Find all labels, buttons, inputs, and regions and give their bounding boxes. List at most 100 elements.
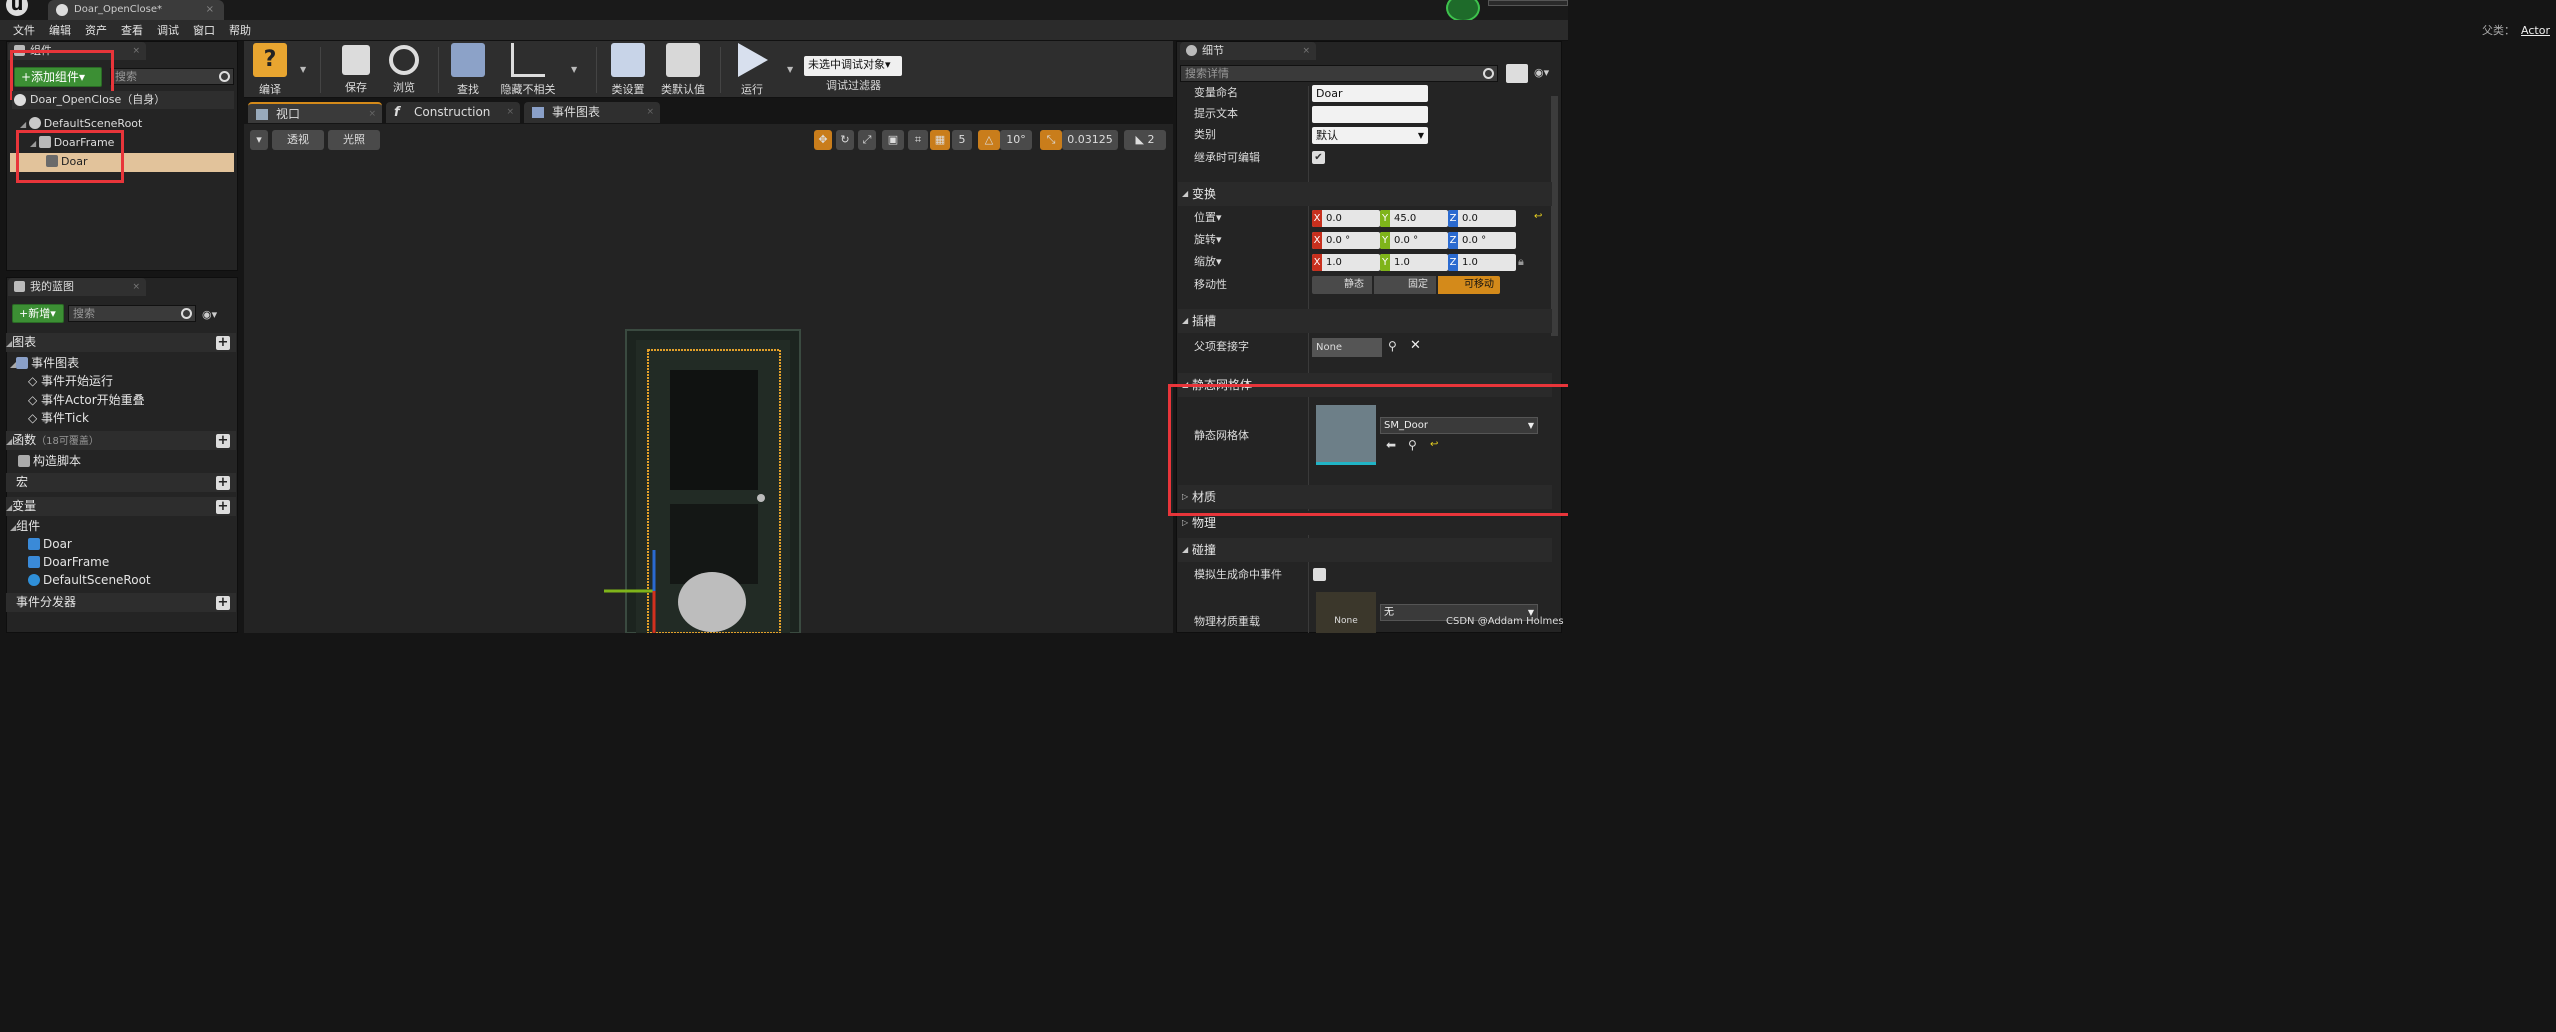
mobility-static-button[interactable]: 静态 <box>1312 276 1372 294</box>
menu-view[interactable]: 查看 <box>114 20 150 41</box>
compile-button[interactable]: ? 编译 <box>250 43 290 97</box>
event-graph-item[interactable]: ◢ 事件图表 <box>10 354 79 374</box>
rotation-z[interactable]: Z 0.0 ° <box>1448 232 1516 249</box>
sim-hit-checkbox[interactable] <box>1313 568 1326 581</box>
document-tab[interactable]: Doar_OpenClose* × <box>48 0 224 20</box>
section-dispatchers[interactable]: 事件分发器 + <box>6 593 236 612</box>
play-options-chevron-icon[interactable]: ▼ <box>787 65 793 74</box>
window-controls[interactable] <box>1488 0 1568 6</box>
view-options-eye-icon[interactable]: ◉▾ <box>202 308 228 321</box>
editable-checkbox[interactable]: ✔ <box>1312 151 1325 164</box>
location-label[interactable]: 位置▾ <box>1194 209 1222 227</box>
transform-header[interactable]: ◢ 变换 <box>1178 182 1552 206</box>
scale-z[interactable]: Z 1.0 <box>1448 254 1516 271</box>
event-tick[interactable]: ◇ 事件Tick <box>28 409 89 427</box>
close-icon[interactable]: × <box>506 102 514 123</box>
section-variables[interactable]: ◢变量 + <box>6 497 236 516</box>
compile-options-chevron-icon[interactable]: ▼ <box>300 65 306 74</box>
location-x[interactable]: X 0.0 <box>1312 210 1380 227</box>
scale-label[interactable]: 缩放▾ <box>1194 253 1222 271</box>
reset-to-default-icon[interactable]: ↩ <box>1534 211 1542 222</box>
tab-viewport[interactable]: 视口 × <box>248 102 382 123</box>
parent-socket-field[interactable]: None <box>1312 338 1382 357</box>
add-macro-button[interactable]: + <box>216 476 230 490</box>
scale-x[interactable]: X 1.0 <box>1312 254 1380 271</box>
rotate-tool-icon[interactable]: ↻ <box>836 130 854 150</box>
add-graph-button[interactable]: + <box>216 336 230 350</box>
add-function-button[interactable]: + <box>216 434 230 448</box>
rotation-label[interactable]: 旋转▾ <box>1194 231 1222 249</box>
location-z[interactable]: Z 0.0 <box>1448 210 1516 227</box>
my-blueprint-tab[interactable]: 我的蓝图 × <box>8 278 146 296</box>
components-group[interactable]: ◢组件 <box>10 517 40 537</box>
self-row[interactable]: Doar_OpenClose（自身） <box>12 91 234 109</box>
details-search-input[interactable]: 搜索详情 <box>1180 65 1498 82</box>
close-icon[interactable]: × <box>646 102 654 123</box>
mobility-stationary-button[interactable]: 固定 <box>1374 276 1436 294</box>
blueprint-search-input[interactable]: 搜索 <box>68 305 196 322</box>
world-local-toggle-icon[interactable]: ▣ <box>882 130 904 150</box>
lock-icon[interactable]: 🔒︎ <box>1518 255 1524 269</box>
event-begin-play[interactable]: ◇ 事件开始运行 <box>28 372 113 390</box>
camera-speed-button[interactable]: ◣ 2 <box>1124 130 1166 150</box>
components-search-input[interactable]: 搜索 <box>110 68 234 85</box>
browse-button[interactable]: 浏览 <box>384 43 424 95</box>
translate-tool-icon[interactable]: ✥ <box>814 130 832 150</box>
hide-options-chevron-icon[interactable]: ▼ <box>571 65 577 74</box>
property-matrix-icon[interactable] <box>1506 64 1528 83</box>
grid-snap-value[interactable]: 5 <box>952 130 972 150</box>
browse-socket-search-icon[interactable]: ⚲ <box>1388 339 1397 353</box>
view-options-eye-icon[interactable]: ◉▾ <box>1534 66 1549 79</box>
tab-event-graph[interactable]: 事件图表 × <box>524 102 660 123</box>
tab-construction-script[interactable]: fConstruction Script× <box>386 102 520 140</box>
grid-snap-icon[interactable]: ▦ <box>930 130 950 150</box>
rotation-snap-icon[interactable]: △ <box>978 130 1000 150</box>
clear-socket-icon[interactable]: ✕ <box>1410 338 1421 353</box>
new-button[interactable]: +新增▾ <box>12 304 64 323</box>
surface-snap-icon[interactable]: ⌗ <box>908 130 928 150</box>
rotation-y[interactable]: Y 0.0 ° <box>1380 232 1448 249</box>
class-settings-button[interactable]: 类设置 <box>608 43 648 97</box>
scale-y[interactable]: Y 1.0 <box>1380 254 1448 271</box>
debug-object-select[interactable]: 未选中调试对象▾ <box>804 56 902 76</box>
scale-snap-icon[interactable]: ⤡ <box>1040 130 1062 150</box>
menu-file[interactable]: 文件 <box>6 20 42 41</box>
add-dispatcher-button[interactable]: + <box>216 596 230 610</box>
tooltip-field[interactable] <box>1312 106 1428 123</box>
class-defaults-button[interactable]: 类默认值 <box>658 43 708 97</box>
event-actor-begin-overlap[interactable]: ◇ 事件Actor开始重叠 <box>28 391 145 409</box>
section-functions[interactable]: ◢函数（18可覆盖） + <box>6 431 236 450</box>
rotation-snap-value[interactable]: 10° <box>1000 130 1032 150</box>
section-macros[interactable]: 宏 + <box>6 473 236 492</box>
location-y[interactable]: Y 45.0 <box>1380 210 1448 227</box>
rotation-x[interactable]: X 0.0 ° <box>1312 232 1380 249</box>
mobility-movable-button[interactable]: 可移动 <box>1438 276 1500 294</box>
add-variable-button[interactable]: + <box>216 500 230 514</box>
close-icon[interactable]: × <box>1302 42 1310 60</box>
close-icon[interactable]: × <box>368 104 376 125</box>
section-graphs[interactable]: ◢图表 + <box>6 333 236 352</box>
find-button[interactable]: 查找 <box>448 43 488 97</box>
menu-asset[interactable]: 资产 <box>78 20 114 41</box>
parent-class-link[interactable]: Actor <box>2521 24 2550 37</box>
variable-name-field[interactable]: Doar <box>1312 85 1428 102</box>
menu-help[interactable]: 帮助 <box>222 20 258 41</box>
scale-snap-value[interactable]: 0.03125 <box>1062 130 1118 150</box>
menu-window[interactable]: 窗口 <box>186 20 222 41</box>
viewport[interactable] <box>244 124 1173 634</box>
close-icon[interactable]: × <box>132 278 140 296</box>
component-var-doarframe[interactable]: DoarFrame <box>28 553 109 571</box>
scale-tool-icon[interactable]: ⤢ <box>858 130 876 150</box>
details-scrollbar[interactable] <box>1551 96 1558 336</box>
close-icon[interactable]: × <box>132 42 140 60</box>
play-button[interactable]: 运行 <box>732 43 772 97</box>
component-var-defaultsceneroot[interactable]: DefaultSceneRoot <box>28 571 151 589</box>
menu-edit[interactable]: 编辑 <box>42 20 78 41</box>
viewport-options-button[interactable]: ▾ <box>250 130 268 150</box>
close-tab-icon[interactable]: × <box>206 0 214 20</box>
sockets-header[interactable]: ◢ 插槽 <box>1178 309 1552 333</box>
hide-unrelated-button[interactable]: 隐藏不相关 <box>498 43 558 97</box>
phys-material-thumbnail[interactable]: None <box>1316 592 1376 633</box>
save-button[interactable]: 保存 <box>338 43 374 95</box>
menu-debug[interactable]: 调试 <box>150 20 186 41</box>
